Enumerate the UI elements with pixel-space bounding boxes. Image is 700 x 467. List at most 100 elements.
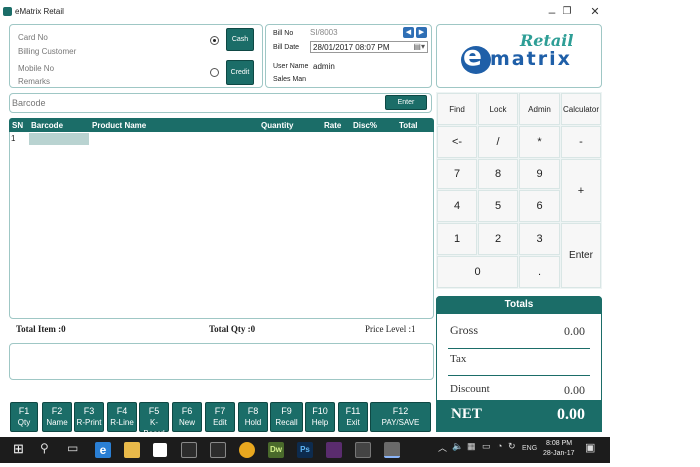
billing-customer-label: Billing Customer <box>18 47 77 56</box>
function-key-f2[interactable]: F2 Name <box>42 402 72 432</box>
function-key-f6[interactable]: F6 New <box>172 402 202 432</box>
sales-man-label: Sales Man <box>273 76 307 83</box>
backspace-key[interactable]: <- <box>437 126 477 158</box>
key-5[interactable]: 5 <box>478 190 518 222</box>
enter-key[interactable]: Enter <box>561 223 601 288</box>
ematrix-taskbar-icon[interactable] <box>384 442 400 458</box>
store-icon[interactable] <box>153 443 167 457</box>
function-key-f9[interactable]: F9 Recall <box>270 402 303 432</box>
gross-value: 0.00 <box>564 324 585 338</box>
function-key-f7[interactable]: F7 Edit <box>205 402 235 432</box>
network-icon[interactable]: ▦ <box>467 441 476 452</box>
barcode-input[interactable] <box>12 96 382 110</box>
function-key-code: F1 <box>18 406 30 416</box>
credit-button[interactable]: Credit <box>226 60 254 85</box>
calendar-dropdown-icon[interactable]: ▤▾ <box>413 42 425 51</box>
gross-divider <box>448 348 590 349</box>
battery-icon[interactable]: ▭ <box>482 441 491 452</box>
calculator-key[interactable]: Calculator <box>561 93 601 125</box>
file-explorer-icon[interactable] <box>124 442 140 458</box>
admin-key[interactable]: Admin <box>519 93 560 125</box>
col-product-name: Product Name <box>92 121 147 130</box>
windows-start-icon[interactable]: ⊞ <box>13 441 24 457</box>
function-key-label: Qty <box>17 418 31 427</box>
function-key-f12[interactable]: F12 PAY/SAVE <box>370 402 431 432</box>
function-key-f11[interactable]: F11 Exit <box>338 402 368 432</box>
tools-icon[interactable] <box>355 442 371 458</box>
function-key-code: F11 <box>345 406 361 416</box>
logo-e-letter: e <box>463 39 482 72</box>
restore-button[interactable]: ❐ <box>552 2 582 22</box>
bill-date-picker[interactable]: 28/01/2017 08:07 PM ▤▾ <box>310 41 428 53</box>
function-key-f5[interactable]: F5 K-Board <box>139 402 169 438</box>
key-3[interactable]: 3 <box>519 223 560 255</box>
key-2[interactable]: 2 <box>478 223 518 255</box>
key-8[interactable]: 8 <box>478 159 518 189</box>
mail-icon[interactable] <box>181 442 197 458</box>
notes-panel[interactable] <box>9 343 434 380</box>
user-name-value: admin <box>313 62 335 71</box>
user-name-label: User Name <box>273 63 309 70</box>
minus-key[interactable]: - <box>561 126 601 158</box>
next-bill-icon[interactable]: ▶ <box>416 27 427 38</box>
multiply-key[interactable]: * <box>519 126 560 158</box>
edge-icon[interactable]: e <box>95 442 111 458</box>
wifi-icon[interactable]: ◔ <box>497 441 502 451</box>
key-1[interactable]: 1 <box>437 223 477 255</box>
credit-radio[interactable] <box>210 68 219 77</box>
product-grid[interactable] <box>9 118 434 319</box>
net-value: 0.00 <box>557 406 585 423</box>
chrome-icon[interactable] <box>239 442 255 458</box>
function-key-code: F9 <box>281 406 292 416</box>
prev-bill-icon[interactable]: ◀ <box>403 27 414 38</box>
clock-date[interactable]: 28-Jan-17 <box>543 450 575 457</box>
notifications-icon[interactable]: ▣ <box>585 441 595 454</box>
find-key[interactable]: Find <box>437 93 477 125</box>
mobile-no-label: Mobile No <box>18 64 55 73</box>
function-key-f4[interactable]: F4 R-Line <box>107 402 137 432</box>
logo-brand-text: matrix <box>490 48 572 70</box>
barcode-enter-button[interactable]: Enter <box>385 95 427 110</box>
photoshop-icon[interactable]: Ps <box>297 442 313 458</box>
task-view-icon[interactable]: ▭ <box>67 441 78 455</box>
dreamweaver-icon[interactable]: Dw <box>268 442 284 458</box>
bill-no-value: SI/8003 <box>310 28 338 37</box>
key-7[interactable]: 7 <box>437 159 477 189</box>
volume-icon[interactable]: 🔈 <box>452 441 463 452</box>
function-key-label: Name <box>46 418 68 427</box>
key-0[interactable]: 0 <box>437 256 518 288</box>
key-9[interactable]: 9 <box>519 159 560 189</box>
sync-icon[interactable]: ↻ <box>508 441 516 452</box>
function-key-label: R-Print <box>76 418 102 427</box>
plus-key[interactable]: + <box>561 159 601 222</box>
clock-time[interactable]: 8:08 PM <box>546 440 572 447</box>
gross-label: Gross <box>450 323 479 337</box>
taskbar: ⊞ ⚲ ▭ e Dw Ps ︿ 🔈 ▦ ▭ ◔ ↻ ENG 8:08 PM 28… <box>0 437 610 463</box>
app-icon <box>3 7 12 16</box>
cash-button[interactable]: Cash <box>226 28 254 51</box>
function-key-code: F12 <box>392 406 409 416</box>
function-key-f3[interactable]: F3 R-Print <box>74 402 104 432</box>
function-key-f1[interactable]: F1 Qty <box>10 402 38 432</box>
card-no-label: Card No <box>18 33 48 42</box>
function-key-f10[interactable]: F10 Help <box>305 402 335 432</box>
close-button[interactable]: ✕ <box>580 2 610 22</box>
col-disc: Disc% <box>353 121 378 130</box>
price-level-text: Price Level :1 <box>365 324 416 334</box>
tray-arrow-icon[interactable]: ︿ <box>438 441 447 454</box>
function-key-f8[interactable]: F8 Hold <box>238 402 268 432</box>
lock-key[interactable]: Lock <box>478 93 518 125</box>
app-icon-generic[interactable] <box>210 442 226 458</box>
function-key-code: F5 <box>148 406 160 416</box>
function-key-code: F6 <box>181 406 193 416</box>
key-4[interactable]: 4 <box>437 190 477 222</box>
app-icon-purple[interactable] <box>326 442 342 458</box>
search-icon[interactable]: ⚲ <box>40 441 49 455</box>
key-6[interactable]: 6 <box>519 190 560 222</box>
function-key-code: F7 <box>214 406 226 416</box>
table-row-barcode-cell[interactable] <box>29 133 89 145</box>
divide-key[interactable]: / <box>478 126 518 158</box>
dot-key[interactable]: . <box>519 256 560 288</box>
language-indicator[interactable]: ENG <box>522 445 537 452</box>
cash-radio[interactable] <box>210 36 219 45</box>
